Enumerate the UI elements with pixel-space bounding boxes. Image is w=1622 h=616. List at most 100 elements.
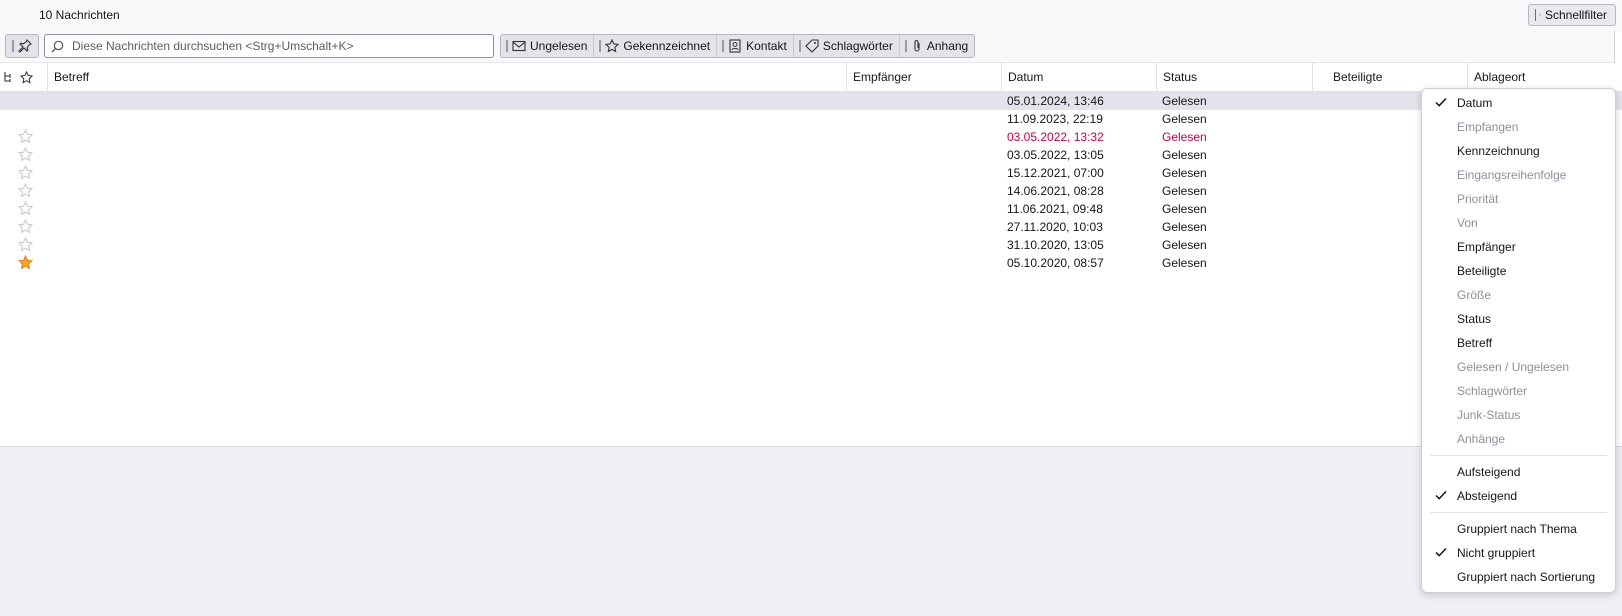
grip-handle: [599, 40, 602, 52]
table-row[interactable]: 14.06.2021, 08:28 Gelesen: [0, 182, 1622, 200]
sticky-filter-button[interactable]: [5, 34, 39, 58]
thread-icon: [4, 72, 11, 82]
menu-item-anhänge: Anhänge: [1422, 427, 1615, 451]
column-header-participants[interactable]: Beteiligte: [1312, 63, 1467, 91]
menu-item-label: Kennzeichnung: [1457, 144, 1540, 158]
menu-item-label: Aufsteigend: [1457, 465, 1521, 479]
menu-item-label: Junk-Status: [1457, 408, 1521, 422]
menu-item-nicht-gruppiert[interactable]: Nicht gruppiert: [1422, 541, 1615, 565]
menu-item-status[interactable]: Status: [1422, 307, 1615, 331]
table-row[interactable]: 05.10.2020, 08:57 Gelesen: [0, 254, 1622, 272]
grip-handle: [798, 40, 801, 52]
star-icon[interactable]: [17, 200, 34, 219]
table-row[interactable]: 03.05.2022, 13:32 Gelesen: [0, 128, 1622, 146]
menu-item-beteiligte[interactable]: Beteiligte: [1422, 259, 1615, 283]
row-status: Gelesen: [1162, 184, 1207, 198]
star-icon[interactable]: [17, 182, 34, 201]
menu-item-label: Beteiligte: [1457, 264, 1507, 278]
menu-item-label: Status: [1457, 312, 1492, 326]
menu-item-label: Eingangsreihenfolge: [1457, 168, 1567, 182]
star-column-header[interactable]: [17, 63, 37, 91]
column-header-subject[interactable]: Betreff: [47, 63, 846, 91]
grip-handle: [722, 40, 725, 52]
filter-attachment-button[interactable]: Anhang: [900, 35, 974, 57]
column-header-date[interactable]: Datum: [1001, 63, 1156, 91]
table-row[interactable]: 05.01.2024, 13:46 Gelesen: [0, 92, 1622, 110]
checkmark-icon: [1434, 488, 1448, 502]
quickfilter-toggle-button[interactable]: Schnellfilter: [1528, 4, 1616, 26]
table-row[interactable]: 27.11.2020, 10:03 Gelesen: [0, 218, 1622, 236]
menu-item-gelesen-ungelesen: Gelesen / Ungelesen: [1422, 355, 1615, 379]
star-icon[interactable]: [17, 164, 34, 183]
row-status: Gelesen: [1162, 256, 1207, 270]
menu-item-größe: Größe: [1422, 283, 1615, 307]
menu-item-junk-status: Junk-Status: [1422, 403, 1615, 427]
menu-item-label: Gruppiert nach Thema: [1457, 522, 1577, 536]
table-row[interactable]: 11.06.2021, 09:48 Gelesen: [0, 200, 1622, 218]
table-row[interactable]: 31.10.2020, 13:05 Gelesen: [0, 236, 1622, 254]
filter-sliders-icon: [1539, 14, 1541, 16]
menu-item-gruppiert-nach-thema[interactable]: Gruppiert nach Thema: [1422, 517, 1615, 541]
envelope-icon: [512, 40, 526, 52]
message-count: 10 Nachrichten: [39, 8, 120, 22]
row-date: 31.10.2020, 13:05: [1007, 238, 1104, 252]
menu-item-priorität: Priorität: [1422, 187, 1615, 211]
star-icon[interactable]: [17, 128, 34, 147]
star-icon[interactable]: [17, 218, 34, 237]
row-status: Gelesen: [1162, 112, 1207, 126]
row-date: 05.01.2024, 13:46: [1007, 94, 1104, 108]
column-header-location[interactable]: Ablageort: [1467, 63, 1614, 91]
menu-item-absteigend[interactable]: Absteigend: [1422, 484, 1615, 508]
menu-item-kennzeichnung[interactable]: Kennzeichnung: [1422, 139, 1615, 163]
filter-contact-button[interactable]: Kontakt: [717, 35, 794, 57]
filter-attachment-label: Anhang: [926, 39, 969, 53]
search-icon: [51, 40, 64, 52]
filter-unread-button[interactable]: Ungelesen: [501, 35, 595, 57]
filter-button-group: Ungelesen Gekennzeichnet Kontakt Schlagw…: [500, 34, 976, 58]
message-list: Betreff Empfänger Datum Status Beteiligt…: [0, 63, 1622, 447]
row-status: Gelesen: [1162, 148, 1207, 162]
menu-item-label: Empfänger: [1457, 240, 1516, 254]
thread-column-header[interactable]: [0, 63, 17, 91]
row-status: Gelesen: [1162, 202, 1207, 216]
menu-item-label: Absteigend: [1457, 489, 1518, 503]
column-header-recipient[interactable]: Empfänger: [846, 63, 1001, 91]
row-status: Gelesen: [1162, 220, 1207, 234]
row-date: 27.11.2020, 10:03: [1007, 220, 1103, 234]
filter-tags-label: Schlagwörter: [822, 39, 893, 53]
search-input[interactable]: [70, 38, 474, 54]
menu-separator: [1430, 512, 1607, 513]
contact-card-icon: [729, 39, 741, 53]
pin-icon: [18, 39, 32, 53]
grip-handle: [12, 40, 14, 52]
filter-starred-button[interactable]: Gekennzeichnet: [594, 35, 718, 57]
table-row[interactable]: 15.12.2021, 07:00 Gelesen: [0, 164, 1622, 182]
column-header-status[interactable]: Status: [1156, 63, 1312, 91]
menu-item-label: Größe: [1457, 288, 1492, 302]
menu-item-empfänger[interactable]: Empfänger: [1422, 235, 1615, 259]
star-icon: [605, 39, 620, 53]
checkmark-icon: [1434, 95, 1448, 109]
star-icon[interactable]: [17, 146, 34, 165]
menu-item-schlagwörter: Schlagwörter: [1422, 379, 1615, 403]
menu-item-von: Von: [1422, 211, 1615, 235]
row-date: 15.12.2021, 07:00: [1007, 166, 1104, 180]
star-filled-icon[interactable]: [17, 254, 34, 273]
menu-item-label: Betreff: [1457, 336, 1493, 350]
menu-item-aufsteigend[interactable]: Aufsteigend: [1422, 460, 1615, 484]
menu-item-label: Von: [1457, 216, 1478, 230]
menu-item-gruppiert-nach-sortierung[interactable]: Gruppiert nach Sortierung: [1422, 565, 1615, 589]
table-row[interactable]: 11.09.2023, 22:19 Gelesen: [0, 110, 1622, 128]
menu-item-datum[interactable]: Datum: [1422, 91, 1615, 115]
star-icon[interactable]: [17, 236, 34, 255]
filter-contact-label: Kontakt: [746, 39, 787, 53]
table-row[interactable]: 03.05.2022, 13:05 Gelesen: [0, 146, 1622, 164]
filter-tags-button[interactable]: Schlagwörter: [794, 35, 900, 57]
quickfilter-bar: Ungelesen Gekennzeichnet Kontakt Schlagw…: [0, 31, 1622, 63]
menu-item-label: Datum: [1457, 96, 1493, 110]
search-field[interactable]: [44, 34, 494, 58]
menu-item-label: Gruppiert nach Sortierung: [1457, 570, 1596, 584]
menu-item-betreff[interactable]: Betreff: [1422, 331, 1615, 355]
row-status: Gelesen: [1162, 166, 1207, 180]
filter-starred-label: Gekennzeichnet: [623, 39, 711, 53]
